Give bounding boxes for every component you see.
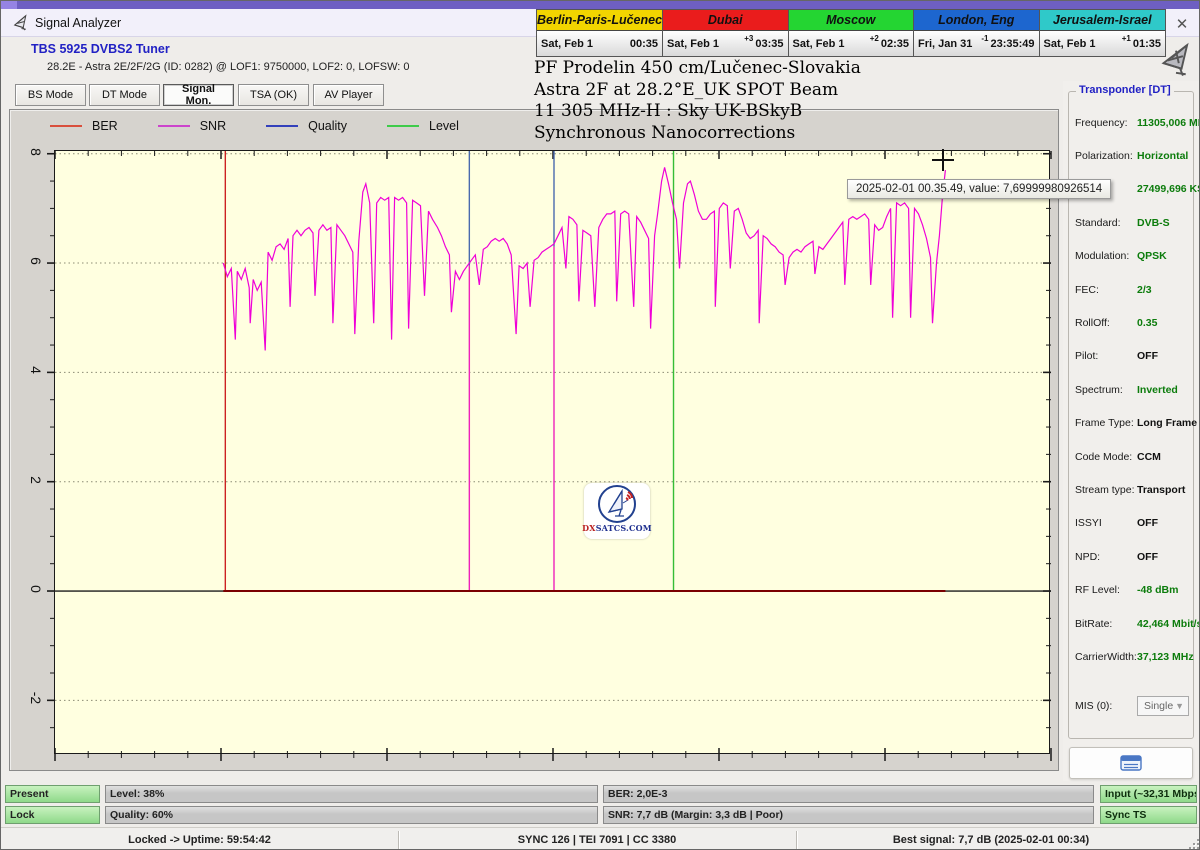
legend-line-icon bbox=[266, 125, 299, 127]
clock-moscow: Moscow Sat, Feb 1 +2 02:35 bbox=[788, 10, 914, 56]
transponder-row: Code Mode: CCM bbox=[1075, 450, 1161, 463]
legend-line-icon bbox=[157, 125, 190, 127]
device-subtitle: 28.2E - Astra 2E/2F/2G (ID: 0282) @ LOF1… bbox=[47, 61, 410, 73]
transponder-row: RF Level: -48 dBm bbox=[1075, 584, 1179, 597]
legend-item-level: Level bbox=[387, 119, 459, 133]
transponder-row: ISSYI OFF bbox=[1075, 517, 1158, 530]
clock-dubai: Dubai Sat, Feb 1 +3 03:35 bbox=[663, 10, 789, 56]
satellite-dish-icon bbox=[13, 14, 30, 36]
status-uptime: Locked -> Uptime: 59:54:42 bbox=[128, 834, 271, 846]
clock-london: London, Eng Fri, Jan 31 -1 23:35:49 bbox=[914, 10, 1040, 56]
recorder-icon bbox=[1120, 755, 1142, 771]
chevron-down-icon: ▼ bbox=[1175, 701, 1184, 712]
av-player-button[interactable]: AV Player bbox=[313, 84, 384, 106]
transponder-row: Polarization: Horizontal bbox=[1075, 150, 1189, 163]
legend-item-ber: BER bbox=[50, 119, 118, 133]
status-counters: SYNC 126 | TEI 7091 | CC 3380 bbox=[517, 834, 677, 846]
status-divider bbox=[398, 831, 399, 849]
resize-grip[interactable] bbox=[1185, 835, 1199, 849]
dxsatcs-logo: DXSATCS.COM bbox=[582, 483, 652, 539]
transponder-row: Frequency:11305,006 MHz bbox=[1075, 116, 1199, 129]
lock-indicator: Lock bbox=[5, 806, 100, 824]
transponder-row: Pilot: OFF bbox=[1075, 350, 1158, 363]
mis-row: MIS (0): Single ▼ bbox=[1075, 690, 1189, 723]
y-axis-label: 2 bbox=[28, 475, 44, 484]
mis-dropdown[interactable]: Single ▼ bbox=[1137, 696, 1189, 717]
signal-chart-panel: BER SNR Quality Level 8 6 4 2 0 -2 DXSAT… bbox=[9, 109, 1059, 771]
legend-item-snr: SNR bbox=[157, 119, 226, 133]
value-tooltip: 2025-02-01 00.35.49, value: 7,6999998092… bbox=[847, 179, 1112, 199]
status-divider bbox=[796, 831, 797, 849]
y-axis-label: 0 bbox=[28, 585, 44, 593]
window-title: Signal Analyzer bbox=[35, 16, 122, 30]
ts-tool-button[interactable] bbox=[1069, 747, 1193, 779]
snr-meter: SNR: 7,7 dB (Margin: 3,3 dB | Poor) bbox=[603, 806, 1094, 824]
plot-area[interactable] bbox=[47, 150, 1052, 761]
legend-line-icon bbox=[50, 125, 82, 127]
present-indicator: Present bbox=[5, 785, 100, 803]
transponder-row: FEC: 2/3 bbox=[1075, 283, 1152, 296]
status-best-signal: Best signal: 7,7 dB (2025-02-01 00:34) bbox=[892, 834, 1090, 846]
clock-berlin: Berlin-Paris-Lučenec Sat, Feb 1 00:35 bbox=[537, 10, 663, 56]
chart-legend: BER SNR Quality Level bbox=[50, 116, 485, 136]
signal-analyzer-window: Signal Analyzer ✕ Berlin-Paris-Lučenec S… bbox=[0, 0, 1200, 850]
transponder-row: Standard: DVB-S bbox=[1075, 216, 1170, 229]
transponder-row: Modulation: QPSK bbox=[1075, 250, 1167, 263]
sync-ts-indicator: Sync TS bbox=[1100, 806, 1197, 824]
bs-mode-button[interactable]: BS Mode bbox=[15, 84, 86, 106]
legend-item-quality: Quality bbox=[266, 119, 347, 133]
world-clocks-panel: Berlin-Paris-Lučenec Sat, Feb 1 00:35 Dub… bbox=[536, 9, 1166, 57]
close-icon[interactable]: ✕ bbox=[1169, 13, 1195, 37]
transponder-row: BitRate: 42,464 Mbit/s bbox=[1075, 617, 1200, 630]
annotation-line: Astra 2F at 28.2°E_UK SPOT Beam bbox=[534, 79, 839, 100]
browser-tab-strip bbox=[1, 1, 1199, 9]
quality-meter: Quality: 60% bbox=[105, 806, 598, 824]
status-bar: Locked -> Uptime: 59:54:42 SYNC 126 | TE… bbox=[1, 827, 1199, 849]
transponder-row: Frame Type: Long Frame bbox=[1075, 417, 1198, 430]
logo-text: DXSATCS.COM bbox=[582, 523, 652, 533]
annotation-line: PF Prodelin 450 cm/Lučenec-Slovakia bbox=[534, 58, 861, 78]
device-title: TBS 5925 DVBS2 Tuner bbox=[31, 42, 170, 56]
transponder-row: RollOff: 0.35 bbox=[1075, 317, 1158, 330]
annotation-line: 11 305 MHz-H : Sky UK-BSkyB bbox=[534, 101, 803, 121]
transponder-title: Transponder [DT] bbox=[1076, 84, 1174, 96]
tsa-button[interactable]: TSA (OK) bbox=[238, 84, 309, 106]
tab-fragment bbox=[1, 1, 17, 9]
y-axis-label: 4 bbox=[28, 366, 44, 375]
mode-toolbar: BS Mode DT Mode Signal Mon. TSA (OK) AV … bbox=[1, 81, 531, 109]
signal-mon-button[interactable]: Signal Mon. bbox=[163, 83, 234, 107]
annotation-line: Synchronous Nanocorrections bbox=[534, 122, 796, 143]
y-axis-label: -2 bbox=[28, 692, 44, 705]
y-axis-label: 8 bbox=[28, 147, 44, 156]
transponder-row: Stream type: Transport bbox=[1075, 483, 1186, 496]
transponder-row: CarrierWidth: 37,123 MHz bbox=[1075, 650, 1194, 663]
legend-line-icon bbox=[387, 125, 420, 127]
clock-jerusalem: Jerusalem-Israel Sat, Feb 1 +1 01:35 bbox=[1039, 10, 1165, 56]
ber-meter: BER: 2,0E-3 bbox=[603, 785, 1094, 803]
transponder-row: NPD: OFF bbox=[1075, 550, 1158, 563]
annotation-text: PF Prodelin 450 cm/Lučenec-Slovakia Astr… bbox=[534, 58, 861, 144]
y-axis-label: 6 bbox=[28, 257, 44, 265]
level-meter: Level: 38% bbox=[105, 785, 598, 803]
dt-mode-button[interactable]: DT Mode bbox=[89, 84, 160, 106]
transponder-row: Spectrum: Inverted bbox=[1075, 383, 1178, 396]
input-rate-indicator: Input (~32,31 Mbps) bbox=[1100, 785, 1197, 803]
